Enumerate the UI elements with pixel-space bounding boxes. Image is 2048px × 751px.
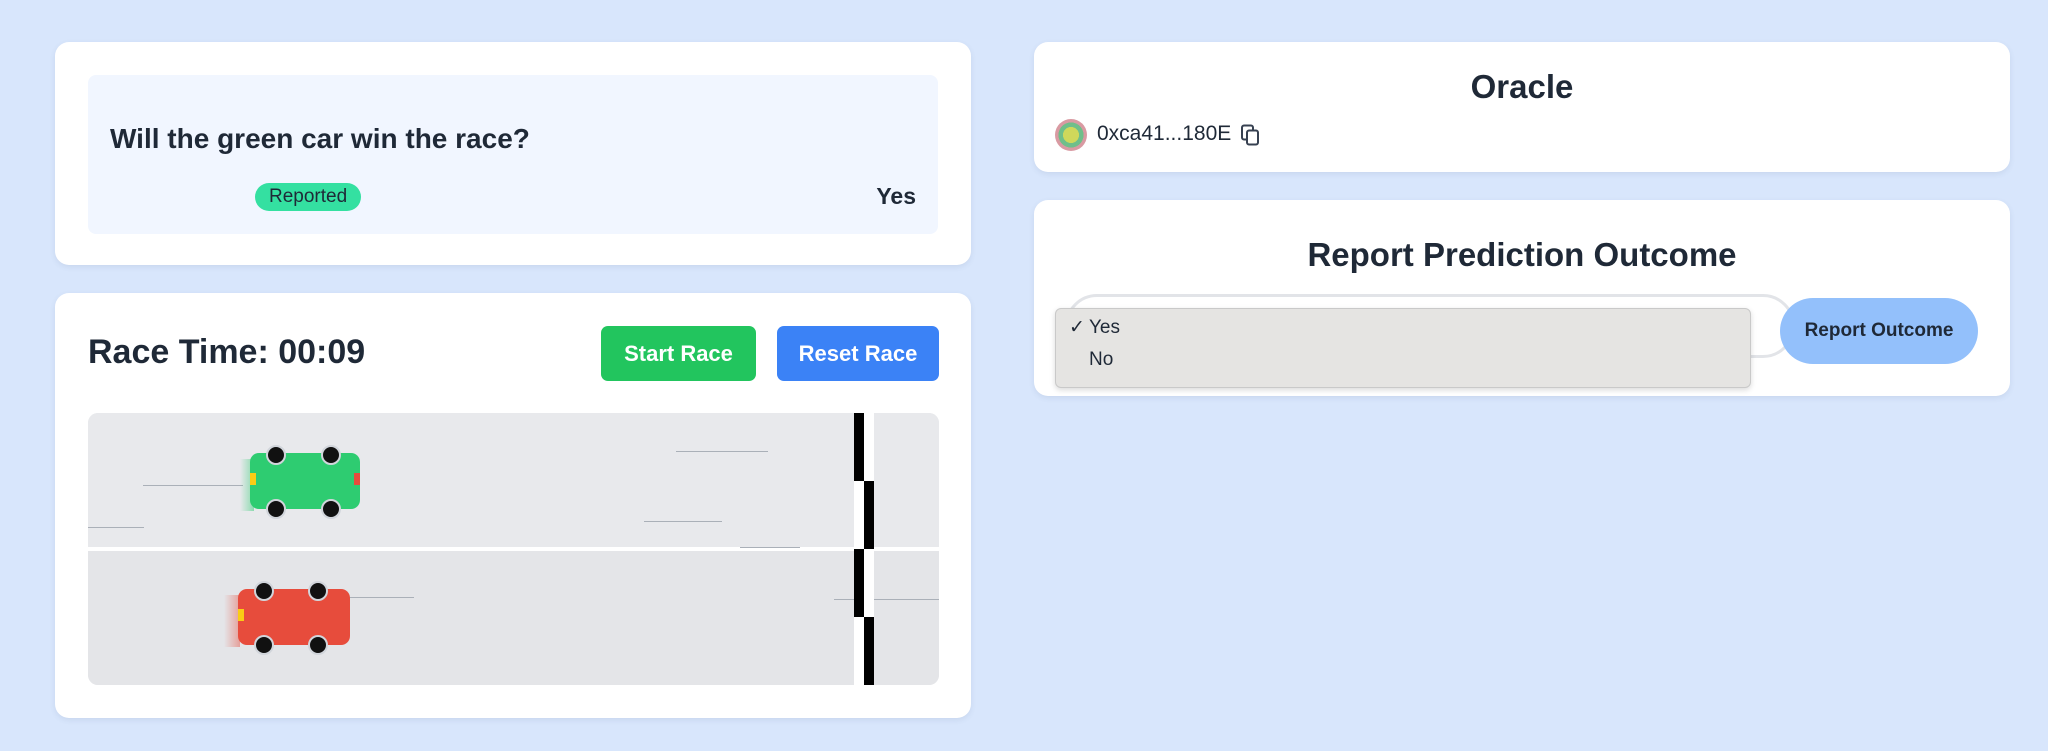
speed-line: [344, 597, 414, 598]
copy-icon[interactable]: [1240, 124, 1260, 146]
prediction-question-panel: Will the green car win the race? Reporte…: [88, 75, 938, 234]
reset-race-button[interactable]: Reset Race: [777, 326, 939, 381]
race-lane-1: [88, 413, 939, 547]
speed-line: [88, 527, 144, 528]
taillight: [354, 473, 360, 485]
start-race-button[interactable]: Start Race: [601, 326, 756, 381]
prediction-question-card: Will the green car win the race? Reporte…: [55, 42, 971, 265]
dropdown-option-no[interactable]: No: [1069, 347, 1113, 373]
oracle-card: Oracle 0xca41...180E: [1034, 42, 2010, 172]
oracle-address: 0xca41...180E: [1097, 122, 1232, 145]
wheel: [254, 581, 274, 601]
report-outcome-card: Report Prediction Outcome ✓ Yes No Report…: [1034, 200, 2010, 396]
wheel: [308, 635, 328, 655]
outcome-dropdown-menu: ✓ Yes No: [1055, 308, 1751, 388]
car-body: [238, 589, 350, 645]
prediction-question: Will the green car win the race?: [110, 123, 530, 154]
report-title: Report Prediction Outcome: [1307, 236, 1737, 273]
wheel: [254, 635, 274, 655]
status-badge: Reported: [255, 183, 362, 211]
check-icon: ✓: [1069, 317, 1085, 338]
car-body: [250, 453, 360, 509]
headlight: [250, 473, 256, 485]
wheel: [321, 499, 341, 519]
avatar: [1055, 119, 1087, 151]
prediction-answer: Yes: [876, 183, 916, 209]
report-outcome-button[interactable]: Report Outcome: [1780, 298, 1978, 364]
race-track: [88, 413, 939, 685]
wheel: [321, 445, 341, 465]
speed-line: [740, 547, 800, 548]
green-car: [240, 445, 360, 521]
speed-line: [644, 521, 722, 522]
finish-line: [854, 413, 874, 685]
option-label: Yes: [1089, 317, 1120, 338]
speed-line: [143, 485, 243, 486]
wheel: [266, 499, 286, 519]
oracle-title: Oracle: [1470, 68, 1574, 105]
red-car: [224, 581, 352, 657]
headlight: [238, 609, 244, 621]
race-time: Race Time: 00:09: [88, 333, 366, 371]
dropdown-option-yes[interactable]: ✓ Yes: [1069, 315, 1120, 341]
race-card: Race Time: 00:09 Start Race Reset Race: [55, 293, 971, 718]
wheel: [308, 581, 328, 601]
speed-line: [676, 451, 768, 452]
wheel: [266, 445, 286, 465]
speed-line: [834, 599, 939, 600]
race-lane-2: [88, 551, 939, 685]
option-label: No: [1089, 349, 1114, 370]
